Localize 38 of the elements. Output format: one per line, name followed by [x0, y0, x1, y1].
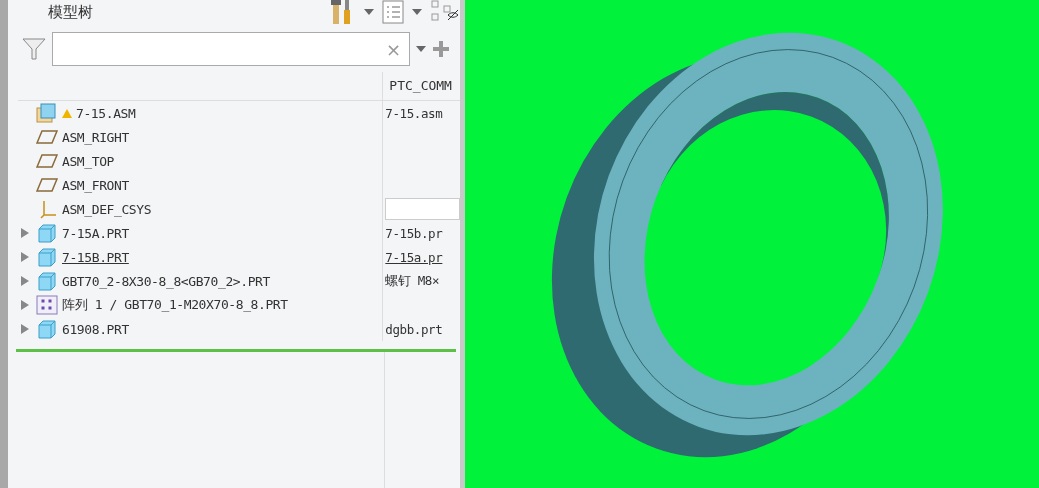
tree-item-label[interactable]: ASM_TOP — [62, 153, 114, 169]
filter-icon[interactable] — [22, 37, 46, 61]
pattern-icon — [36, 295, 58, 315]
tree-item-label[interactable]: ASM_DEF_CSYS — [62, 201, 152, 217]
tree-item-label[interactable]: 61908.PRT — [62, 321, 129, 337]
comment-field[interactable] — [385, 198, 460, 220]
assembly-icon — [36, 103, 58, 123]
comment-cell: 7-15.asm — [385, 105, 443, 121]
tree-item-label[interactable]: ASM_RIGHT — [62, 129, 129, 145]
hidden-tree-icon[interactable] — [430, 0, 460, 24]
expand-arrow[interactable] — [20, 252, 30, 262]
list-icon[interactable] — [382, 0, 404, 24]
comment-cell: 7-15b.pr — [385, 225, 443, 241]
cube-icon — [36, 223, 58, 243]
cube-icon — [36, 271, 58, 291]
tree-item-label[interactable]: 7-15A.PRT — [62, 225, 129, 241]
caret-icon[interactable] — [416, 46, 426, 52]
tree-item-label[interactable]: ASM_FRONT — [62, 177, 129, 193]
plane-icon — [36, 129, 58, 145]
tree-item-label[interactable]: 7-15.ASM — [76, 105, 136, 121]
panel-title: 模型树 — [48, 2, 94, 22]
comment-cell: 7-15a.pr — [385, 249, 443, 265]
comment-cell: dgbb.prt — [385, 321, 443, 337]
comment-cell: 螺钉 M8× — [385, 272, 440, 290]
add-icon[interactable] — [432, 40, 450, 58]
tree-item-label[interactable]: GBT70_2-8X30-8_8<GB70_2>.PRT — [62, 273, 270, 289]
cube-icon — [36, 247, 58, 267]
expand-arrow[interactable] — [20, 300, 30, 310]
expand-arrow[interactable] — [20, 324, 30, 334]
caret-icon[interactable] — [412, 9, 422, 15]
plane-icon — [36, 177, 58, 193]
tree-item-label[interactable]: 阵列 1 / GBT70_1-M20X70-8_8.PRT — [62, 296, 288, 314]
tree-item-label[interactable]: 7-15B.PRT — [62, 249, 129, 265]
cube-icon — [36, 319, 58, 339]
expand-arrow[interactable] — [20, 276, 30, 286]
plane-icon — [36, 153, 58, 169]
caret-icon[interactable] — [364, 9, 374, 15]
expand-arrow[interactable] — [20, 228, 30, 238]
